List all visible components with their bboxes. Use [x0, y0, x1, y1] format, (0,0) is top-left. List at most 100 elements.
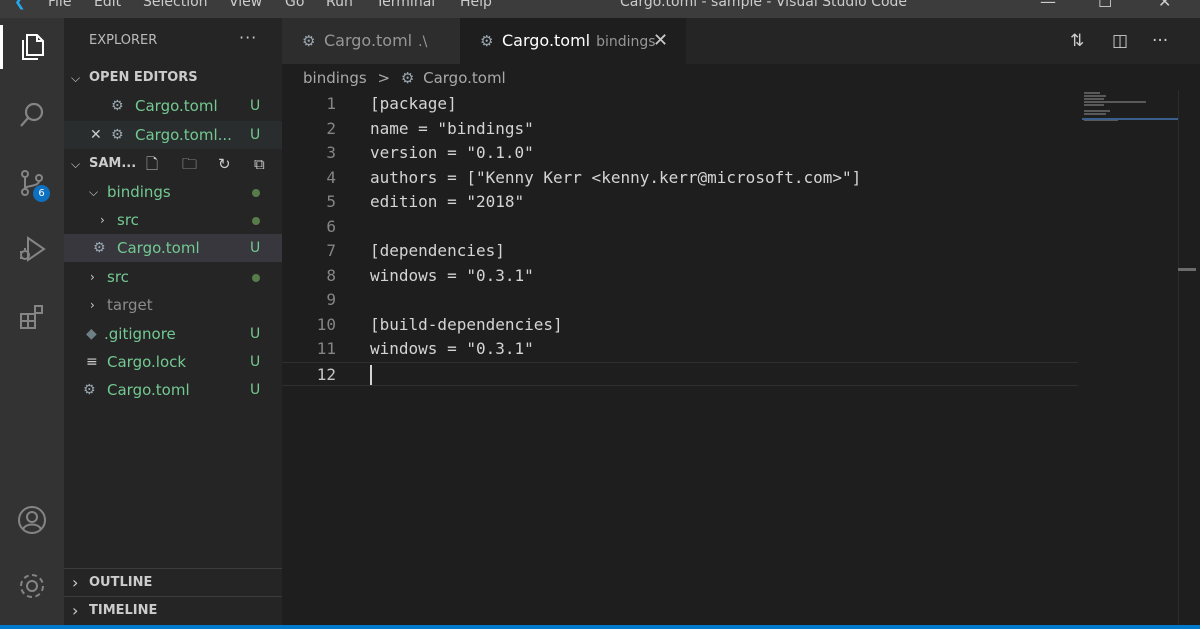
tab-cargo-toml-root[interactable]: ⚙ Cargo.toml .\	[282, 18, 460, 64]
menu-edit[interactable]: Edit	[94, 0, 143, 10]
open-editor-item[interactable]: ⚙ Cargo.toml U	[64, 92, 282, 120]
menu-file[interactable]: File	[48, 0, 94, 10]
open-editors-header[interactable]: ⌵ OPEN EDITORS	[64, 64, 282, 92]
code-line[interactable]: 10 [build-dependencies]	[282, 313, 1078, 338]
tab-cargo-toml-bindings[interactable]: ⚙ Cargo.toml bindings ✕	[460, 18, 686, 64]
source-control-badge: 6	[33, 185, 50, 202]
menu-selection[interactable]: Selection	[143, 0, 229, 10]
workspace-header[interactable]: ⌵ SAM... 🗋 🗀 ↻ ⧉	[64, 150, 282, 178]
breadcrumb: bindings > ⚙ Cargo.toml	[303, 66, 506, 90]
code-line[interactable]: 9	[282, 288, 1078, 313]
split-editor-icon[interactable]: ◫	[1112, 18, 1128, 64]
tree-item-folder[interactable]: › target	[64, 291, 282, 319]
tree-item-file[interactable]: ⚙ Cargo.toml U	[64, 376, 282, 404]
activity-bar: 6	[0, 18, 64, 625]
line-number: 11	[316, 339, 336, 358]
activity-accounts[interactable]	[0, 495, 64, 545]
tree-item-file[interactable]: ◆ .gitignore U	[64, 320, 282, 348]
chevron-down-icon: ⌵	[71, 71, 81, 85]
chevron-down-icon: ⌵	[89, 185, 99, 199]
tree-item-label: src	[107, 268, 129, 286]
code-text: name = "bindings"	[370, 118, 534, 138]
code-line[interactable]: 6	[282, 215, 1078, 240]
accounts-icon	[18, 506, 46, 534]
code-line[interactable]: 3 version = "0.1.0"	[282, 141, 1078, 166]
new-file-icon[interactable]: 🗋	[146, 150, 182, 178]
toml-file-icon: ⚙	[93, 240, 106, 256]
chevron-right-icon: ›	[72, 601, 79, 620]
activity-explorer[interactable]	[0, 22, 64, 72]
status-bar[interactable]	[0, 625, 1200, 629]
close-editor-icon[interactable]: ✕	[90, 121, 102, 149]
open-editor-label: Cargo.toml...	[135, 126, 232, 144]
scrollbar-track[interactable]	[1178, 90, 1179, 625]
code-editor[interactable]: 1 [package] 2 name = "bindings" 3 version = "…	[282, 90, 1200, 625]
refresh-icon[interactable]: ↻	[218, 150, 254, 178]
tree-item-folder[interactable]: › src	[64, 263, 282, 291]
menu-run[interactable]: Run	[326, 0, 376, 10]
modified-dot	[252, 274, 260, 282]
outline-header[interactable]: › OUTLINE	[64, 568, 282, 596]
tab-label-group: Cargo.toml bindings	[502, 18, 656, 65]
tree-item-label: Cargo.toml	[117, 239, 200, 257]
line-number: 12	[316, 364, 336, 384]
minimap-line	[1084, 98, 1104, 100]
toml-file-icon: ⚙	[111, 98, 124, 114]
line-number: 7	[326, 241, 336, 260]
minimize-icon[interactable]: —	[1040, 0, 1056, 11]
minimap-line	[1084, 95, 1106, 97]
tree-item-label: bindings	[107, 183, 171, 201]
minimap[interactable]	[1082, 90, 1182, 130]
close-window-icon[interactable]: ✕	[1158, 0, 1171, 11]
activity-manage[interactable]	[0, 561, 64, 611]
section-title: OPEN EDITORS	[89, 70, 198, 85]
close-tab-icon[interactable]: ✕	[653, 18, 668, 64]
code-line[interactable]: 12	[282, 361, 1078, 386]
line-number: 4	[326, 167, 336, 187]
untracked-status: U	[250, 354, 261, 370]
breadcrumb-folder[interactable]: bindings	[303, 66, 367, 90]
section-title: OUTLINE	[89, 575, 153, 590]
timeline-header[interactable]: › TIMELINE	[64, 596, 282, 624]
menu-terminal[interactable]: Terminal	[376, 0, 460, 10]
more-actions-icon[interactable]: ···	[239, 28, 257, 47]
activity-extensions[interactable]	[0, 292, 64, 342]
breadcrumb-file[interactable]: Cargo.toml	[423, 66, 506, 90]
toml-file-icon: ⚙	[83, 382, 96, 398]
code-line[interactable]: 1 [package]	[282, 92, 1078, 117]
untracked-status: U	[250, 326, 261, 342]
tree-item-folder[interactable]: ⌵ bindings	[64, 178, 282, 206]
maximize-icon[interactable]: ☐	[1098, 0, 1112, 11]
open-editor-item[interactable]: ✕ ⚙ Cargo.toml... U	[64, 121, 282, 149]
code-line[interactable]: 8 windows = "0.3.1"	[282, 264, 1078, 289]
untracked-status: U	[250, 127, 261, 143]
search-icon	[20, 102, 44, 127]
menu-go[interactable]: Go	[285, 0, 326, 10]
code-line[interactable]: 2 name = "bindings"	[282, 117, 1078, 142]
breadcrumb-separator: >	[377, 69, 391, 87]
window-title: Cargo.toml - sample - Visual Studio Code	[620, 0, 908, 10]
menu-view[interactable]: View	[229, 0, 285, 10]
activity-search[interactable]	[0, 90, 64, 140]
run-debug-icon	[20, 236, 46, 262]
open-editor-label: Cargo.toml	[135, 97, 218, 115]
tree-item-label: Cargo.lock	[107, 353, 187, 371]
minimap-viewport[interactable]	[1082, 118, 1178, 120]
code-line[interactable]: 7 [dependencies]	[282, 239, 1078, 264]
menu-help[interactable]: Help	[460, 0, 510, 10]
code-text: windows = "0.3.1"	[370, 339, 534, 358]
minimap-line	[1084, 92, 1100, 94]
explorer-sidebar: EXPLORER ··· ⌵ OPEN EDITORS ⚙ Cargo.toml…	[64, 18, 282, 625]
tree-item-folder[interactable]: › src	[64, 206, 282, 234]
code-line[interactable]: 5 edition = "2018"	[282, 190, 1078, 215]
code-line[interactable]: 11 windows = "0.3.1"	[282, 337, 1078, 362]
tree-item-file[interactable]: ⚙ Cargo.toml U	[64, 234, 282, 262]
activity-run-debug[interactable]	[0, 224, 64, 274]
activity-source-control[interactable]: 6	[0, 158, 64, 208]
code-line[interactable]: 4 authors = ["Kenny Kerr <kenny.kerr@micr…	[282, 166, 1078, 191]
overview-ruler-cursor	[1178, 268, 1196, 271]
open-changes-icon[interactable]: ⇅	[1070, 18, 1084, 64]
new-folder-icon[interactable]: 🗀	[182, 150, 218, 178]
tree-item-file[interactable]: ≡ Cargo.lock U	[64, 348, 282, 376]
more-actions-icon[interactable]: ···	[1152, 18, 1168, 64]
